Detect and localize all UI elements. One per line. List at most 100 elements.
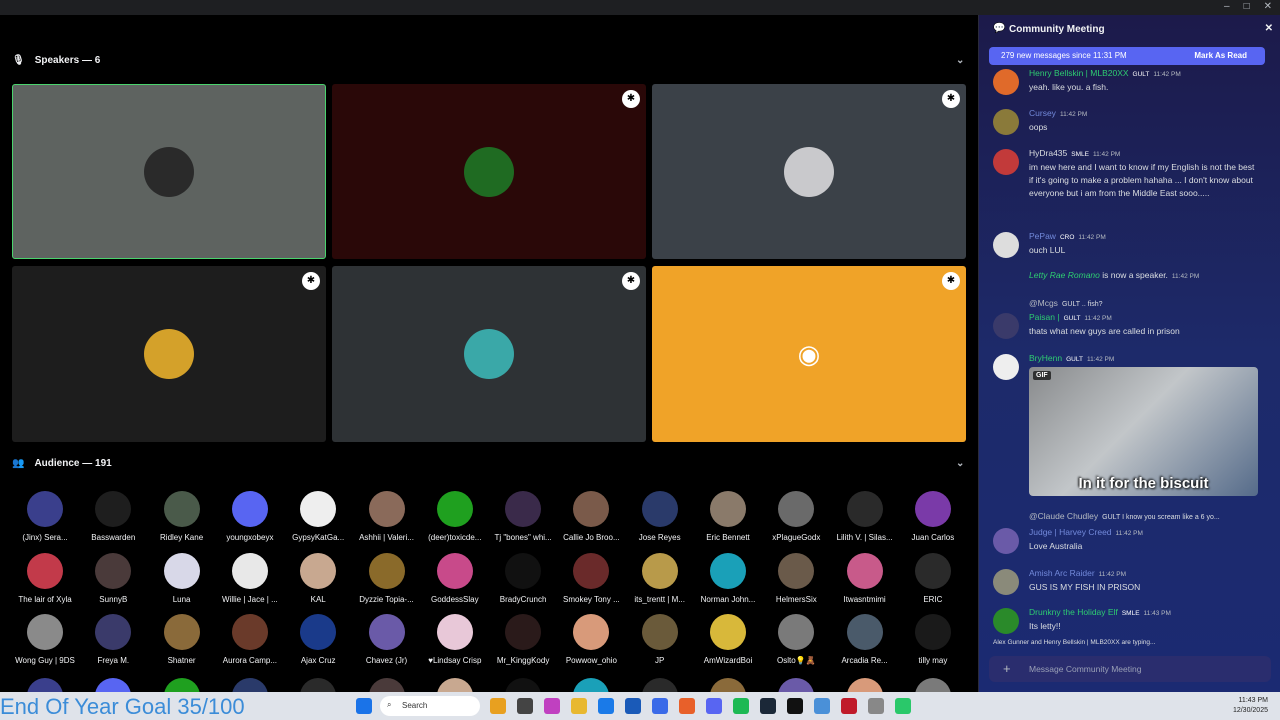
- audience-member[interactable]: Dyzzie Topia-...: [352, 552, 422, 604]
- system-clock[interactable]: 11:43 PM 12/30/2025: [1233, 696, 1268, 716]
- close-button[interactable]: ✕: [1264, 1, 1272, 12]
- avatar[interactable]: [300, 678, 337, 692]
- audience-member[interactable]: Arcadia Re...: [830, 614, 900, 665]
- chat-avatar[interactable]: [993, 149, 1019, 175]
- audience-member[interactable]: Wong Guy | 9DS: [10, 614, 80, 665]
- taskbar-app-icon[interactable]: [706, 698, 722, 714]
- speaker-tile[interactable]: ✱: [652, 84, 966, 259]
- audience-member[interactable]: HelmersSix: [761, 552, 831, 604]
- audience-member[interactable]: (deer)toxicde...: [420, 491, 490, 542]
- chat-avatar[interactable]: [993, 109, 1019, 135]
- chevron-down-icon[interactable]: ⌄: [956, 55, 964, 66]
- avatar[interactable]: [27, 678, 63, 692]
- audience-member[interactable]: Mr_KinggKody: [488, 614, 558, 665]
- taskbar-app-icon[interactable]: [598, 698, 614, 714]
- taskbar-app-icon[interactable]: [733, 698, 749, 714]
- avatar[interactable]: [505, 678, 542, 692]
- new-messages-banner[interactable]: 279 new messages since 11:31 PM Mark As …: [989, 47, 1265, 65]
- chat-username[interactable]: Cursey: [1029, 108, 1056, 118]
- audience-member[interactable]: JP: [625, 614, 695, 665]
- chat-avatar[interactable]: [993, 528, 1019, 554]
- taskbar-app-icon[interactable]: [571, 698, 587, 714]
- gif-attachment[interactable]: GIF In it for the biscuit: [1029, 367, 1258, 496]
- audience-member[interactable]: The lair of Xyla: [10, 552, 80, 604]
- chat-avatar[interactable]: [993, 354, 1019, 380]
- avatar[interactable]: [846, 678, 883, 692]
- audience-member[interactable]: Shatner: [147, 614, 217, 665]
- audience-member[interactable]: Ashhii | Valeri...: [352, 491, 422, 542]
- avatar[interactable]: [641, 678, 678, 692]
- audience-member[interactable]: GypsyKatGa...: [283, 491, 353, 542]
- audience-member[interactable]: GoddessSlay: [420, 552, 490, 604]
- avatar[interactable]: [914, 678, 951, 692]
- audience-member[interactable]: Norman John...: [693, 552, 763, 604]
- chat-avatar[interactable]: [993, 313, 1019, 339]
- taskbar-app-icon[interactable]: [814, 698, 830, 714]
- taskbar-app-icon[interactable]: [895, 698, 911, 714]
- audience-member[interactable]: Aurora Camp...: [215, 614, 285, 665]
- audience-member[interactable]: Tj "bones" whi...: [488, 491, 558, 542]
- audience-member[interactable]: Freya M.: [78, 614, 148, 665]
- taskbar-app-icon[interactable]: [490, 698, 506, 714]
- chat-username[interactable]: PePaw: [1029, 231, 1056, 241]
- audience-header[interactable]: 👥 Audience — 191 ⌄: [12, 458, 964, 469]
- avatar[interactable]: [163, 678, 200, 692]
- audience-member[interactable]: Eric Bennett: [693, 491, 763, 542]
- audience-member[interactable]: xPlagueGodx: [761, 491, 831, 542]
- avatar[interactable]: [778, 678, 815, 692]
- chat-username[interactable]: Henry Bellskin | MLB20XX: [1029, 68, 1129, 78]
- audience-member[interactable]: Jose Reyes: [625, 491, 695, 542]
- taskbar-app-icon[interactable]: [787, 698, 803, 714]
- avatar[interactable]: [231, 678, 268, 692]
- audience-member[interactable]: Lilith V. | Silas...: [830, 491, 900, 542]
- chat-username[interactable]: Letty Rae Romano: [1029, 270, 1100, 280]
- audience-member[interactable]: ERIC: [898, 552, 968, 604]
- speaker-tile[interactable]: ◉ ✱: [652, 266, 966, 442]
- chat-username[interactable]: @Mcgs: [1029, 298, 1058, 308]
- maximize-button[interactable]: □: [1244, 1, 1250, 12]
- audience-member[interactable]: Willie | Jace | ...: [215, 552, 285, 604]
- speaker-tile[interactable]: ✱: [332, 84, 646, 259]
- taskbar-app-icon[interactable]: [679, 698, 695, 714]
- chat-username[interactable]: Drunkny the Holiday Elf: [1029, 607, 1118, 617]
- speaker-tile[interactable]: [12, 84, 326, 259]
- audience-member[interactable]: (Jinx) Sera...: [10, 491, 80, 542]
- taskbar-app-icon[interactable]: [760, 698, 776, 714]
- audience-member[interactable]: Smokey Tony ...: [556, 552, 626, 604]
- audience-member[interactable]: ♥Lindsay Crisp: [420, 614, 490, 665]
- chat-avatar[interactable]: [993, 569, 1019, 595]
- audience-member[interactable]: AmWizardBoi: [693, 614, 763, 665]
- taskbar-app-icon[interactable]: [544, 698, 560, 714]
- chat-username[interactable]: BryHenn: [1029, 353, 1062, 363]
- audience-member[interactable]: Juan Carlos: [898, 491, 968, 542]
- audience-member[interactable]: Powwow_ohio: [556, 614, 626, 665]
- audience-member[interactable]: Basswarden: [78, 491, 148, 542]
- close-icon[interactable]: ✕: [1265, 23, 1273, 34]
- chat-username[interactable]: @Claude Chudley: [1029, 511, 1098, 521]
- plus-icon[interactable]: +: [1003, 661, 1011, 676]
- avatar[interactable]: [95, 678, 132, 692]
- minimize-button[interactable]: –: [1224, 1, 1230, 12]
- audience-member[interactable]: youngxobeyx: [215, 491, 285, 542]
- chevron-down-icon[interactable]: ⌄: [956, 458, 964, 469]
- audience-member[interactable]: Callie Jo Broo...: [556, 491, 626, 542]
- audience-member[interactable]: its_trentt | M...: [625, 552, 695, 604]
- audience-member[interactable]: KAL: [283, 552, 353, 604]
- audience-member[interactable]: Itwasntmimi: [830, 552, 900, 604]
- taskbar-app-icon[interactable]: [517, 698, 533, 714]
- chat-username[interactable]: HyDra435: [1029, 148, 1067, 158]
- mark-as-read-button[interactable]: Mark As Read: [1194, 51, 1247, 60]
- taskbar-app-icon[interactable]: [625, 698, 641, 714]
- speaker-tile[interactable]: ✱: [332, 266, 646, 442]
- avatar[interactable]: [436, 678, 473, 692]
- audience-member[interactable]: BradyCrunch: [488, 552, 558, 604]
- taskbar-app-icon[interactable]: [652, 698, 668, 714]
- speakers-header[interactable]: 🎙 Speakers — 6 ⌄: [12, 55, 964, 66]
- audience-member[interactable]: SunnyB: [78, 552, 148, 604]
- chat-avatar[interactable]: [993, 232, 1019, 258]
- chat-username[interactable]: Judge | Harvey Creed: [1029, 527, 1112, 537]
- chat-username[interactable]: Paisan |: [1029, 312, 1060, 322]
- audience-member[interactable]: tilly may: [898, 614, 968, 665]
- taskbar-search[interactable]: ⌕ Search: [380, 696, 480, 716]
- chat-username[interactable]: Amish Arc Raider: [1029, 568, 1095, 578]
